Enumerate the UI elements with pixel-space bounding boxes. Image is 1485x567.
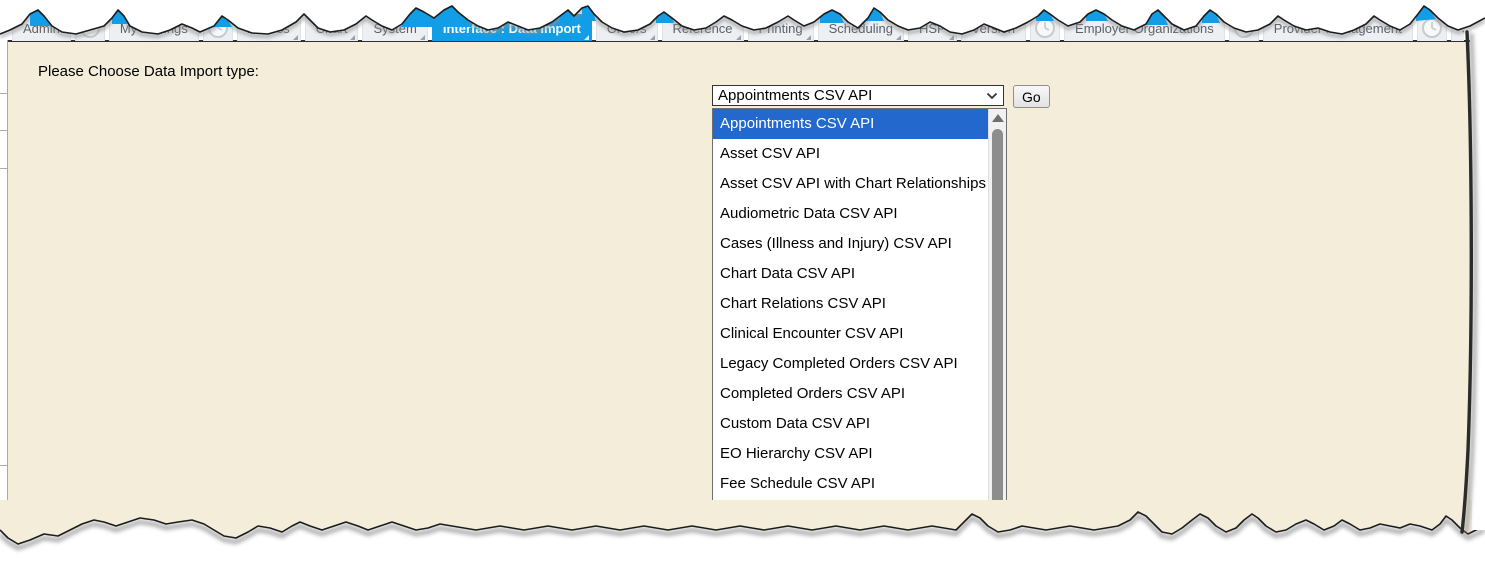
scrollbar[interactable] xyxy=(988,109,1006,567)
tab-version[interactable]: Version xyxy=(961,14,1026,41)
dropdown-option[interactable]: Cases (Illness and Injury) CSV API xyxy=(713,229,988,259)
tab-interface-data-import[interactable]: Interface : Data Import xyxy=(432,14,592,41)
dropdown-corner-icon xyxy=(896,35,901,40)
scroll-up-arrow-icon[interactable] xyxy=(992,114,1004,122)
tab-provider-management[interactable]: Provider Management xyxy=(1263,14,1413,41)
clock-icon xyxy=(1233,17,1255,39)
dropdown-corner-icon xyxy=(420,35,425,40)
import-type-select[interactable]: Appointments CSV API xyxy=(712,85,1004,106)
clock-icon xyxy=(207,17,229,39)
admin-tab-bar: Admin My Settings Access Chart System In… xyxy=(12,11,1464,41)
tab-system[interactable]: System xyxy=(362,14,427,41)
edge-tick xyxy=(0,130,8,131)
dropdown-option[interactable]: Asset CSV API with Chart Relationships xyxy=(713,169,988,199)
tab-scheduling[interactable]: Scheduling xyxy=(818,14,904,41)
import-type-dropdown-list: Appointments CSV API Asset CSV API Asset… xyxy=(712,108,1007,567)
tab-hsp[interactable]: HSP xyxy=(908,14,957,41)
tab-chart[interactable]: Chart xyxy=(305,14,359,41)
clock-icon xyxy=(1421,17,1443,39)
dropdown-corner-icon xyxy=(584,35,589,40)
dropdown-option[interactable]: Chart Data CSV API xyxy=(713,259,988,289)
dropdown-option[interactable]: Asset CSV API xyxy=(713,139,988,169)
page-left-edge xyxy=(0,40,8,539)
dropdown-option[interactable]: Custom Data CSV API xyxy=(713,409,988,439)
chevron-down-icon xyxy=(986,92,998,100)
dropdown-corner-icon xyxy=(736,35,741,40)
dropdown-option[interactable]: EO Hierarchy CSV API xyxy=(713,439,988,469)
scrollbar-thumb[interactable] xyxy=(992,129,1003,529)
tab-my-settings[interactable]: My Settings xyxy=(109,14,199,41)
dropdown-option[interactable]: Fee Schedule New CSV API xyxy=(713,499,988,529)
import-type-row: Appointments CSV API Go xyxy=(712,85,1050,108)
dropdown-corner-icon xyxy=(949,35,954,40)
import-type-select-value: Appointments CSV API xyxy=(718,87,982,104)
edge-tick xyxy=(0,465,8,466)
dropdown-option[interactable]: Completed Orders CSV API xyxy=(713,379,988,409)
edge-tick xyxy=(0,93,8,94)
dropdown-option[interactable]: Legacy Completed Orders CSV API xyxy=(713,349,988,379)
go-button[interactable]: Go xyxy=(1013,85,1050,108)
dropdown-corner-icon xyxy=(350,35,355,40)
tab-admin[interactable]: Admin xyxy=(12,14,71,41)
clock-icon xyxy=(1034,17,1056,39)
tab-orders[interactable]: Orders xyxy=(596,14,658,41)
dropdown-corner-icon xyxy=(806,35,811,40)
tab-similar-exposure[interactable]: Similar Exposure xyxy=(1451,14,1464,41)
dropdown-option[interactable]: Clinical Encounter CSV API xyxy=(713,319,988,349)
tab-printing[interactable]: Printing xyxy=(748,14,814,41)
clock-icon xyxy=(79,17,101,39)
application-window: Please Choose Data Import type: Appointm… xyxy=(0,0,1485,567)
dropdown-option[interactable]: Chart Relations CSV API xyxy=(713,289,988,319)
tab-employer-organizations[interactable]: Employer Organizations xyxy=(1064,14,1225,41)
dropdown-option[interactable]: Fee Schedule CSV API xyxy=(713,469,988,499)
tab-access[interactable]: Access xyxy=(237,14,301,41)
data-import-panel: Please Choose Data Import type: Appointm… xyxy=(8,40,1470,567)
dropdown-option[interactable]: Appointments CSV API xyxy=(713,109,988,139)
edge-tick xyxy=(0,168,8,169)
dropdown-corner-icon xyxy=(293,35,298,40)
dropdown-corner-icon xyxy=(650,35,655,40)
dropdown-option[interactable]: Audiometric Data CSV API xyxy=(713,199,988,229)
tab-reference[interactable]: Reference xyxy=(662,14,744,41)
prompt-label: Please Choose Data Import type: xyxy=(38,63,259,80)
